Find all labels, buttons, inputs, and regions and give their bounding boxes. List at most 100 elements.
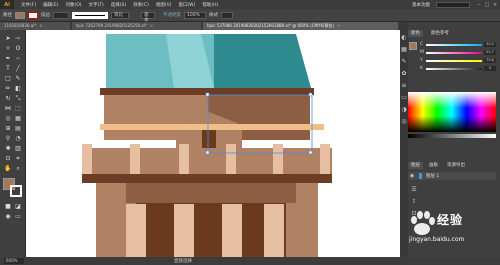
channel-track[interactable] — [426, 67, 482, 70]
menu-help[interactable]: 帮助(H) — [202, 2, 218, 8]
line-tool-icon[interactable]: ╱ — [13, 64, 23, 73]
brushes-icon[interactable]: ✎ — [400, 58, 408, 66]
lasso-tool-icon[interactable]: ʘ — [13, 44, 23, 53]
style-select[interactable] — [221, 11, 233, 19]
menu-edit[interactable]: 编辑(E) — [43, 2, 58, 8]
layers-icon[interactable]: ☰ — [410, 186, 418, 194]
graph-tool-icon[interactable]: ▥ — [13, 144, 23, 153]
color-spectrum[interactable] — [408, 92, 496, 132]
stroke-weight-input[interactable] — [53, 11, 69, 19]
menu-file[interactable]: 文件(F) — [21, 2, 36, 8]
stroke-profile-select[interactable]: 等比 — [111, 11, 129, 19]
stroke-icon[interactable]: ≡ — [400, 82, 408, 90]
close-tab-icon[interactable]: × — [150, 22, 153, 30]
menu-type[interactable]: 文字(T) — [89, 2, 104, 8]
transparency-icon[interactable]: ◑ — [400, 106, 408, 114]
appearance-icon[interactable]: ◎ — [400, 118, 408, 126]
channel-value-input[interactable]: 79.6 — [484, 58, 496, 63]
stroke-preview[interactable] — [72, 11, 108, 19]
slice-tool-icon[interactable]: ⌗ — [13, 154, 23, 163]
perspective-grid-tool-icon[interactable]: ▦ — [13, 114, 23, 123]
menu-view[interactable]: 视图(V) — [156, 2, 172, 8]
eraser-tool-icon[interactable]: ◧ — [13, 84, 23, 93]
channel-slider-k[interactable]: K0 — [420, 66, 496, 71]
width-tool-icon[interactable]: ⋈ — [3, 104, 13, 113]
selection-handle[interactable] — [205, 92, 210, 97]
gradient-tool-icon[interactable]: ▤ — [13, 124, 23, 133]
channel-track[interactable] — [426, 51, 482, 54]
fill-color-swatch[interactable] — [15, 11, 25, 19]
doc-tab-2[interactable]: hpic 7262799 20190820125259.ai* × — [71, 22, 202, 30]
artboard[interactable] — [26, 30, 400, 258]
eye-icon[interactable]: ◉ — [410, 173, 416, 179]
tab-asset-export[interactable]: 资源导出 — [444, 162, 468, 169]
selection-handle[interactable] — [308, 92, 313, 97]
hand-tool-icon[interactable]: ✋ — [3, 164, 13, 173]
blend-tool-icon[interactable]: ◔ — [13, 134, 23, 143]
magic-wand-tool-icon[interactable]: ✧ — [3, 44, 13, 53]
symbols-icon[interactable]: ✿ — [400, 70, 408, 78]
menu-object[interactable]: 对象(O) — [65, 2, 81, 8]
close-tab-icon[interactable]: × — [337, 22, 340, 30]
channel-value-input[interactable]: 55.7 — [484, 50, 496, 55]
scale-tool-icon[interactable]: ⤡ — [13, 94, 23, 103]
channel-slider-c[interactable]: C 30.2 — [420, 42, 496, 47]
channel-track[interactable] — [426, 43, 482, 46]
menu-window[interactable]: 窗口(W) — [178, 2, 195, 8]
doc-tab-3[interactable]: hpic 537086 20190820202152601889.ai* @ 6… — [203, 22, 398, 30]
paintbrush-tool-icon[interactable]: ✎ — [13, 74, 23, 83]
tab-color[interactable]: 颜色 — [408, 30, 423, 37]
swatches-icon[interactable]: ▦ — [400, 46, 408, 54]
tab-artboards[interactable]: 画板 — [426, 162, 441, 169]
direct-selection-tool-icon[interactable]: ⇨ — [13, 34, 23, 43]
channel-slider-y[interactable]: Y 79.6 — [420, 58, 496, 63]
channel-value-input[interactable]: 0 — [484, 66, 496, 71]
grayscale-bar[interactable] — [408, 134, 496, 138]
close-icon[interactable]: × — [492, 2, 498, 8]
zoom-tool-icon[interactable]: ⌕ — [13, 164, 23, 173]
gradient-icon[interactable]: ▭ — [400, 94, 408, 102]
rectangle-tool-icon[interactable]: □ — [3, 74, 13, 83]
panel-fill-swatch[interactable] — [409, 42, 417, 50]
selection-handle[interactable] — [308, 150, 313, 155]
eyedropper-tool-icon[interactable]: ⚲ — [3, 134, 13, 143]
minimize-icon[interactable]: – — [476, 2, 482, 8]
opacity-label[interactable]: 不透明度 — [163, 12, 181, 18]
shape-builder-tool-icon[interactable]: ◎ — [3, 114, 13, 123]
search-input[interactable] — [436, 1, 470, 8]
menu-effect[interactable]: 效果(C) — [133, 2, 149, 8]
artboard-tool-icon[interactable]: ⊡ — [3, 154, 13, 163]
doc-tab-1[interactable]: 1161816830.ai* × — [0, 22, 70, 30]
channel-value-input[interactable]: 30.2 — [484, 42, 496, 47]
free-transform-tool-icon[interactable]: ⬚ — [13, 104, 23, 113]
close-tab-icon[interactable]: × — [39, 22, 42, 30]
selection-handle[interactable] — [205, 150, 210, 155]
brush-select[interactable]: 基本 — [141, 11, 155, 23]
screen-mode-icon[interactable]: ▭ — [13, 212, 23, 221]
rotate-tool-icon[interactable]: ↻ — [3, 94, 13, 103]
tab-layers[interactable]: 图层 — [408, 162, 423, 169]
layer-row[interactable]: ◉ 图层 1 — [408, 172, 496, 180]
pencil-tool-icon[interactable]: ✏ — [3, 84, 13, 93]
mesh-tool-icon[interactable]: ⊞ — [3, 124, 13, 133]
selection-tool-icon[interactable]: ➤ — [3, 34, 13, 43]
maximize-icon[interactable]: □ — [484, 2, 490, 8]
symbol-sprayer-tool-icon[interactable]: ✺ — [3, 144, 13, 153]
channel-slider-m[interactable]: M 55.7 — [420, 50, 496, 55]
draw-mode-icon[interactable]: ◉ — [3, 212, 13, 221]
export-icon[interactable]: ⇪ — [410, 198, 418, 206]
stroke-color-swatch[interactable] — [28, 11, 38, 19]
properties-icon[interactable]: ◐ — [400, 34, 408, 42]
channel-track[interactable] — [426, 59, 482, 62]
canvas-area[interactable] — [26, 30, 400, 258]
workspace-switcher[interactable]: 基本功能 — [412, 2, 430, 8]
pen-tool-icon[interactable]: ✒ — [3, 54, 13, 63]
tab-color-guide[interactable]: 颜色参考 — [428, 30, 452, 37]
gradient-mode-icon[interactable]: ◪ — [13, 202, 23, 211]
opacity-input[interactable]: 100% — [184, 11, 206, 19]
curvature-tool-icon[interactable]: ∽ — [13, 54, 23, 63]
zoom-level-input[interactable]: 600% — [4, 258, 24, 264]
stroke-color-box[interactable] — [10, 185, 22, 197]
menu-select[interactable]: 选择(S) — [111, 2, 126, 8]
type-tool-icon[interactable]: T — [3, 64, 13, 73]
